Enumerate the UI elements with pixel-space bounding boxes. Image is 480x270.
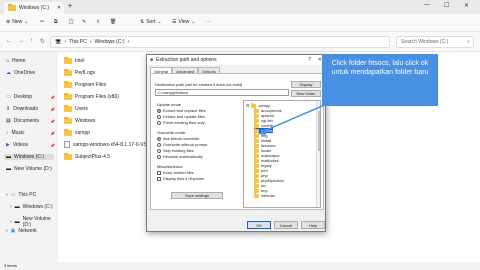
callout-arrow [258,99,337,135]
callout-arrow-head [258,128,266,135]
callout-arrow-line [261,99,337,133]
item-count: 9 items [4,263,17,268]
status-bar: 9 items [0,262,480,270]
